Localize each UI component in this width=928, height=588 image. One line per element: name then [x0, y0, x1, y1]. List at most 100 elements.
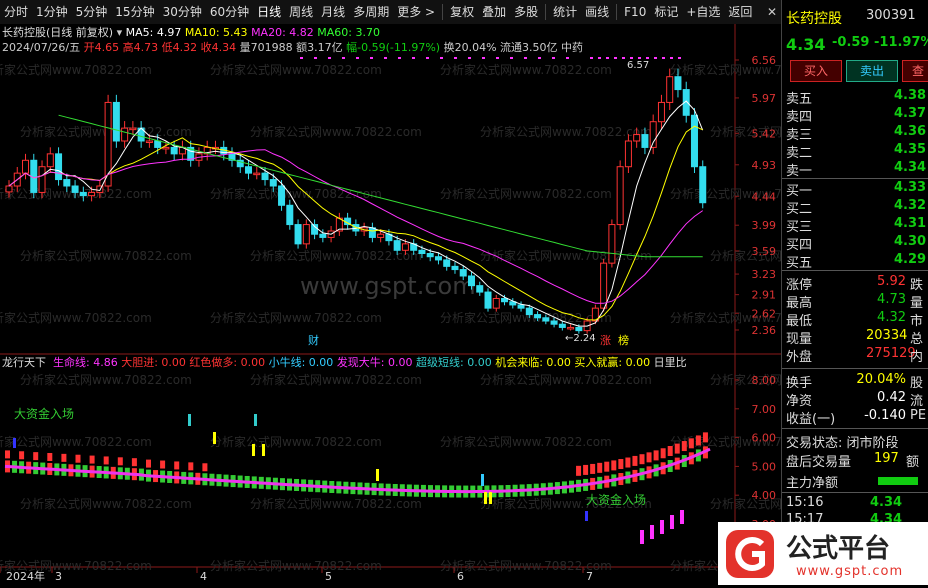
stat-label: 涨停 [786, 278, 813, 293]
ask-level[interactable]: 卖五 4.38 [782, 88, 928, 107]
candle-body [286, 204, 294, 226]
bar-close: 收4.34 [200, 41, 237, 54]
candle-body [666, 76, 674, 103]
y-axis-label: 6.00 [752, 432, 777, 445]
period-6[interactable]: 60分钟 [206, 0, 253, 24]
period-month[interactable]: 月线 [317, 0, 349, 24]
period-multi[interactable]: 多周期 [349, 0, 393, 24]
sell-button[interactable]: 卖出 [846, 60, 898, 82]
multi-stock-button[interactable]: 多股 [510, 0, 542, 24]
indicator-bar [632, 455, 638, 466]
candle-body [467, 275, 475, 287]
divider [782, 270, 928, 271]
brand-logo: 公式平台 www.gspt.com [718, 522, 928, 585]
stock-code: 300391 [866, 8, 916, 23]
annotation-bang: 榜 [618, 333, 629, 347]
y-axis-label: 4.00 [752, 489, 777, 502]
period-week[interactable]: 周线 [285, 0, 317, 24]
y-axis-label: 2.36 [752, 324, 777, 337]
candle-body [434, 256, 442, 261]
candle-body [278, 185, 286, 206]
candle-body [567, 326, 575, 330]
bar-date: 2024/07/26/五 [2, 41, 81, 54]
bid-level[interactable]: 买五 4.29 [782, 252, 928, 271]
watermark-text: 分析家公式网www.70822.com [20, 372, 192, 387]
bid-level[interactable]: 买二 4.32 [782, 198, 928, 217]
indicator-bar [89, 455, 95, 464]
bid-level[interactable]: 买四 4.30 [782, 234, 928, 253]
order-level-price: 4.35 [894, 142, 927, 157]
f10-button[interactable]: F10 [620, 0, 650, 24]
signal-dot [482, 57, 485, 59]
after-hours-label: 盘后交易量 [786, 455, 852, 470]
indicator-bar [646, 452, 652, 463]
fq-button[interactable]: 复权 [446, 0, 478, 24]
period-4[interactable]: 15分钟 [111, 0, 158, 24]
ask-level[interactable]: 卖三 4.36 [782, 124, 928, 143]
after-hours-value: 197 [874, 451, 899, 466]
watermark-text: 分析家公式网www.70822.com [210, 186, 382, 201]
overlay-button[interactable]: 叠加 [478, 0, 510, 24]
ask-level[interactable]: 卖一 4.34 [782, 160, 928, 179]
watermark-text: 分析家公式网www.70822.com [210, 310, 382, 325]
bar-low: 低4.32 [161, 41, 198, 54]
candle-body [443, 259, 451, 267]
period-5[interactable]: 30分钟 [159, 0, 206, 24]
bid-level[interactable]: 买一 4.33 [782, 180, 928, 199]
candle-body [5, 185, 13, 193]
tick-price: 4.34 [870, 495, 903, 510]
mark-button[interactable]: 标记 [650, 0, 682, 24]
watermark-text: 分析家公式网www.70822.com [0, 310, 152, 325]
period-3[interactable]: 5分钟 [72, 0, 112, 24]
indicator-bar [117, 457, 123, 466]
signal-bar [660, 520, 664, 534]
candle-body [550, 320, 558, 325]
query-button[interactable]: 查 [902, 60, 928, 82]
watermark-text: 分析家公式网www.70822.com [20, 496, 192, 511]
indicator-bar [160, 460, 166, 469]
watermark-text: 分析家公式网www.70822.com [440, 62, 612, 77]
indicator-bar [33, 452, 39, 461]
price-change: -0.59 [832, 35, 870, 50]
watermark-text: 分析家公式网www.70822.com [440, 186, 612, 201]
ask-level[interactable]: 卖四 4.37 [782, 106, 928, 125]
period-day[interactable]: 日线 [253, 0, 285, 24]
back-button[interactable]: 返回 [724, 0, 756, 24]
candle-body [484, 291, 492, 309]
candle-body [575, 326, 583, 332]
ask-level[interactable]: 卖二 4.35 [782, 142, 928, 161]
indicator-name[interactable]: 龙行天下 [2, 356, 46, 369]
signal-dot [524, 57, 527, 59]
candle-body [368, 227, 376, 238]
bid-level[interactable]: 买三 4.31 [782, 216, 928, 235]
indicator-bar [660, 448, 666, 459]
kline-chart[interactable]: 分析家公式网www.70822.com 分析家公式网www.70822.com 分析… [0, 24, 781, 585]
period-more[interactable]: 更多 > [393, 0, 439, 24]
bar-sector: 中药 [561, 41, 584, 54]
stat-value: 0.42 [877, 390, 906, 405]
stat-row: 收益(一) -0.140 PE [782, 408, 928, 427]
main-flow-label: 主力净额 [786, 476, 839, 491]
toolbar-separator [545, 4, 547, 20]
period-1[interactable]: 分时 [0, 0, 32, 24]
candle-body [377, 233, 385, 238]
period-2[interactable]: 1分钟 [32, 0, 72, 24]
price-row: 4.34 -0.59 -11.97% [782, 35, 928, 54]
watermark-text: 分析家公式网www.70822.com [250, 372, 422, 387]
candle-body [245, 166, 253, 174]
add-fav-button[interactable]: +自选 [682, 0, 724, 24]
dropdown-icon[interactable]: ▾ [117, 26, 123, 39]
watermark-text: 分析家公式网www.70822.com [0, 434, 152, 449]
signal-dot [622, 57, 625, 59]
draw-button[interactable]: 画线 [581, 0, 613, 24]
signal-dot [646, 57, 649, 59]
x-axis-label: 2024年 [6, 569, 45, 583]
watermark-text: 分析家公式网www.70822.com [210, 558, 382, 573]
bar-amount: 额3.17亿 [296, 41, 343, 54]
candle-body [418, 249, 426, 255]
indicator-bar [618, 459, 624, 470]
close-icon[interactable]: ✕ [763, 5, 781, 19]
candle-body [517, 304, 525, 309]
stats-button[interactable]: 统计 [549, 0, 581, 24]
buy-button[interactable]: 买入 [790, 60, 842, 82]
